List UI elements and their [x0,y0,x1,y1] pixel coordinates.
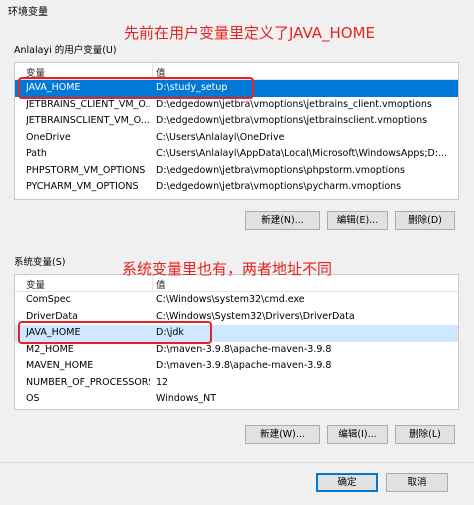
user-vars-col-value[interactable]: 值 [156,65,166,79]
var-name: JETBRAINSCLIENT_VM_O... [26,115,150,126]
table-row[interactable]: DriverData C:\Windows\System32\Drivers\D… [15,309,458,326]
user-vars-col-name[interactable]: 变量 [26,65,45,79]
cancel-button[interactable]: 取消 [386,473,448,492]
table-row[interactable]: JAVA_HOME D:\study_setup [15,80,458,97]
system-vars-col-value[interactable]: 值 [156,277,166,291]
user-delete-button[interactable]: 删除(D) [395,211,455,230]
ok-button[interactable]: 确定 [316,473,378,492]
user-vars-list-header: 变量 值 [15,63,458,80]
system-vars-group-label: 系统变量(S) [14,257,66,268]
var-name: JAVA_HOME [26,82,81,93]
system-delete-button[interactable]: 删除(L) [395,425,455,444]
table-row[interactable]: PHPSTORM_VM_OPTIONS D:\edgedown\jetbra\v… [15,163,458,180]
var-value: Windows_NT [156,393,217,404]
var-name: JETBRAINS_CLIENT_VM_O... [26,98,150,110]
var-value: C:\Users\Anlalayi\OneDrive [156,131,285,143]
var-value: D:\maven-3.9.8\apache-maven-3.9.8 [156,360,332,371]
var-value: D:\study_setup [156,82,228,93]
var-value: C:\Windows\System32\Drivers\DriverData [156,310,355,322]
var-name: Path [26,148,47,159]
var-name: MAVEN_HOME [26,360,94,371]
var-value: D:\edgedown\jetbra\vmoptions\phpstorm.vm… [156,164,405,176]
var-name: OneDrive [26,131,71,143]
user-edit-button[interactable]: 编辑(E)... [327,211,388,230]
annotation-bottom: 系统变量里也有，两者地址不同 [122,260,333,278]
table-row[interactable]: JETBRAINS_CLIENT_VM_O... D:\edgedown\jet… [15,97,458,114]
var-value: 12 [156,376,169,388]
footer-separator [0,462,474,463]
var-name: PHPSTORM_VM_OPTIONS [26,164,146,176]
table-row[interactable]: Path C:\Users\Anlalayi\AppData\Local\Mic… [15,146,458,163]
var-value: D:\jdk [156,327,184,338]
var-value: D:\edgedown\jetbra\vmoptions\jetbrainscl… [156,115,428,126]
var-name: OS [26,393,40,404]
user-vars-group-label: Anlalayi 的用户变量(U) [14,45,117,56]
table-row[interactable]: MAVEN_HOME D:\maven-3.9.8\apache-maven-3… [15,358,458,375]
var-value: D:\edgedown\jetbra\vmoptions\pycharm.vmo… [156,181,402,192]
table-row[interactable]: NUMBER_OF_PROCESSORS 12 [15,375,458,392]
var-name: PYCHARM_VM_OPTIONS [26,181,139,192]
var-value: C:\Windows\system32\cmd.exe [156,294,305,305]
var-name: ComSpec [26,294,71,305]
table-row[interactable]: OneDrive C:\Users\Anlalayi\OneDrive [15,130,458,147]
column-divider[interactable] [152,63,153,79]
table-row[interactable]: OS Windows_NT [15,391,458,408]
table-row[interactable]: JAVA_HOME D:\jdk [15,325,458,342]
table-row[interactable]: M2_HOME D:\maven-3.9.8\apache-maven-3.9.… [15,342,458,359]
table-row[interactable]: ComSpec C:\Windows\system32\cmd.exe [15,292,458,309]
system-vars-list[interactable]: 变量 值 ComSpec C:\Windows\system32\cmd.exe… [14,274,459,410]
annotation-top: 先前在用户变量里定义了JAVA_HOME [124,24,376,42]
var-value: D:\maven-3.9.8\apache-maven-3.9.8 [156,343,332,355]
window-title: 环境变量 [8,7,48,18]
table-row[interactable]: PYCHARM_VM_OPTIONS D:\edgedown\jetbra\vm… [15,179,458,196]
var-value: D:\edgedown\jetbra\vmoptions\jetbrains_c… [156,98,432,110]
system-new-button[interactable]: 新建(W)... [245,425,320,444]
var-name: DriverData [26,310,78,322]
var-name: NUMBER_OF_PROCESSORS [26,376,150,388]
system-edit-button[interactable]: 编辑(I)... [327,425,388,444]
user-new-button[interactable]: 新建(N)... [245,211,320,230]
table-row[interactable]: JETBRAINSCLIENT_VM_O... D:\edgedown\jetb… [15,113,458,130]
var-value: C:\Users\Anlalayi\AppData\Local\Microsof… [156,148,448,159]
var-name: JAVA_HOME [26,327,81,338]
var-name: M2_HOME [26,343,74,355]
user-vars-list[interactable]: 变量 值 JAVA_HOME D:\study_setup JETBRAINS_… [14,62,459,200]
system-vars-col-name[interactable]: 变量 [26,277,45,291]
